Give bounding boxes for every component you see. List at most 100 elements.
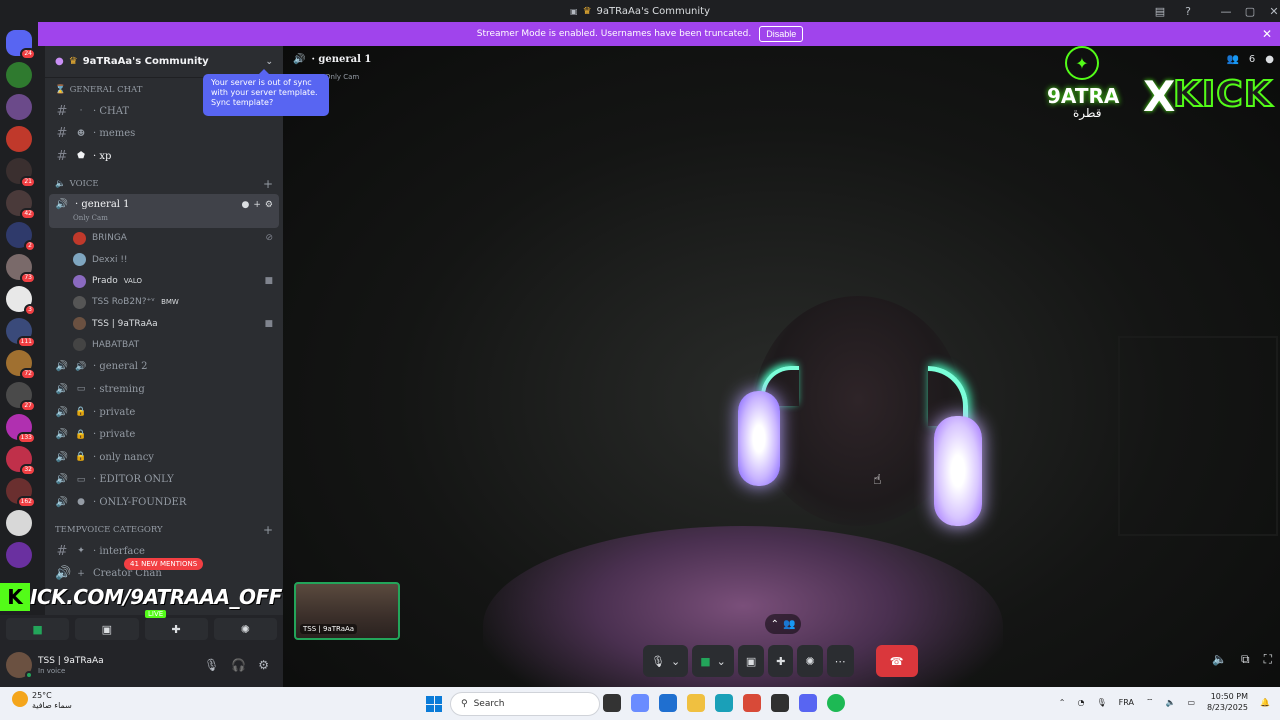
activity-button[interactable]: ✚ <box>768 645 794 677</box>
microphone-icon: 🎙 <box>651 654 665 668</box>
voice-user[interactable]: TSS | 9aTRaAa ■ <box>45 313 283 334</box>
server-5-icon[interactable]: 2 <box>6 222 36 252</box>
voice-channel-status: Only Cam <box>73 214 108 223</box>
voice-user[interactable]: Prado VALO ■ <box>45 270 283 291</box>
taskbar-search[interactable]: ⚲ Search <box>450 692 600 716</box>
voice-user[interactable]: HABATBAT <box>45 334 283 355</box>
direct-messages-icon[interactable]: 24 <box>6 30 36 60</box>
gear-icon[interactable]: ⚙ <box>265 200 273 210</box>
task-view-icon[interactable] <box>603 694 621 712</box>
chrome-icon[interactable] <box>743 694 761 712</box>
chat-icon[interactable]: ● <box>242 200 250 210</box>
file-explorer-icon[interactable] <box>687 694 705 712</box>
close-banner-icon[interactable]: ✕ <box>1262 27 1272 41</box>
windows-start-icon[interactable] <box>426 696 442 712</box>
server-8-icon[interactable]: 72 <box>6 350 36 380</box>
microphone-icon[interactable]: 🎙 <box>204 658 219 672</box>
chevron-up-icon[interactable]: ⌃ <box>1059 698 1066 707</box>
user-tag: VALO <box>123 277 143 286</box>
invite-icon[interactable]: + <box>253 200 261 210</box>
fullscreen-icon[interactable]: ⛶ <box>1264 652 1272 667</box>
voice-channel[interactable]: 🔊 ▭ · EDITOR ONLY <box>45 469 283 492</box>
popout-icon[interactable]: ⧉ <box>1241 652 1250 667</box>
speaker-icon: 🔈 <box>55 178 66 189</box>
voice-user[interactable]: Dexxi !! <box>45 249 283 270</box>
battery-icon[interactable]: ▭ <box>1187 698 1195 707</box>
headphones-icon[interactable]: 🎧 <box>231 658 246 672</box>
voice-icon: 🔊 <box>55 429 69 441</box>
notifications-icon[interactable]: 🔔 <box>1260 698 1270 707</box>
soundboard-button[interactable]: ✺ <box>213 618 277 640</box>
voice-user[interactable]: TSS RoB2N?⁺ᵛ BMW <box>45 292 283 313</box>
voice-channel-general-1[interactable]: 🔊 · general 1 ● + ⚙ Only Cam <box>49 193 279 228</box>
help-icon[interactable]: ? <box>1176 0 1200 22</box>
mic-tray-icon[interactable]: 🎙 <box>1096 698 1106 707</box>
server-3-icon[interactable]: 21 <box>6 158 36 188</box>
activity-button[interactable]: ✚ <box>144 618 208 640</box>
wifi-icon[interactable]: ⌔ <box>1146 697 1154 707</box>
avatar[interactable] <box>6 652 33 679</box>
server-11-icon[interactable]: 32 <box>6 446 36 476</box>
soundboard-button[interactable]: ✺ <box>797 645 823 677</box>
unread-badge: 72 <box>20 368 36 380</box>
more-options-button[interactable]: ⋯ <box>826 645 854 677</box>
discord-icon[interactable] <box>799 694 817 712</box>
server-4-icon[interactable]: 42 <box>6 190 36 220</box>
camera-button[interactable]: ■ <box>6 618 70 640</box>
weather-widget[interactable]: 25°C سماء صافية <box>12 691 72 711</box>
app-icon[interactable] <box>771 694 789 712</box>
store-icon[interactable] <box>659 694 677 712</box>
server-7-icon[interactable]: 111 <box>6 318 36 348</box>
server-12-icon[interactable]: 162 <box>6 478 36 508</box>
network-icon[interactable]: ◔ <box>1077 698 1084 707</box>
clock[interactable]: 10:50 PM 8/23/2025 <box>1207 691 1248 713</box>
sync-template-tooltip[interactable]: Your server is out of sync with your ser… <box>203 69 329 116</box>
camera-toggle[interactable]: ■ ⌄ <box>692 645 734 677</box>
copilot-icon[interactable] <box>631 694 649 712</box>
server-14-icon[interactable] <box>6 542 32 568</box>
server-10-icon[interactable]: 133 <box>6 414 36 444</box>
voice-channel[interactable]: 🔊 🔒 · only nancy <box>45 446 283 469</box>
server-2-icon[interactable] <box>6 94 32 120</box>
server-palestine-icon[interactable] <box>6 126 32 152</box>
voice-channel[interactable]: 🔊 🔒 · private <box>45 401 283 424</box>
category-voice[interactable]: 🔈 VOICE + <box>45 174 283 194</box>
volume-icon[interactable]: 🔈 <box>1212 652 1227 667</box>
self-video-preview[interactable]: TSS | 9aTRaAa <box>294 582 400 640</box>
text-channel[interactable]: # ☻ · memes <box>45 123 283 146</box>
kick-brand-logo: ✦ 9ATRA X KICK قطرة <box>1045 44 1277 124</box>
server-zobla-icon[interactable] <box>6 62 32 88</box>
language-indicator[interactable]: FRA <box>1119 698 1134 707</box>
channel-emoji-icon: ⬟ <box>77 151 85 162</box>
voice-channel[interactable]: 🔊 🔒 · private <box>45 423 283 446</box>
maximize-button[interactable]: ▢ <box>1238 0 1262 22</box>
server-6-icon[interactable]: 73 <box>6 254 36 284</box>
server-13-icon[interactable] <box>6 510 32 536</box>
voice-user[interactable]: BRINGA ⊘ <box>45 228 283 249</box>
voice-channel[interactable]: 🔊 ▭ · streming <box>45 378 283 401</box>
server-9-icon[interactable]: 27 <box>6 382 36 412</box>
screen-share-button[interactable]: ▣ <box>737 645 765 677</box>
chevron-down-icon[interactable]: ⌄ <box>671 655 680 668</box>
add-channel-icon[interactable]: + <box>263 523 273 537</box>
volume-icon[interactable]: 🔈 <box>1165 698 1175 707</box>
voice-channel[interactable]: 🔊 ● · ONLY-FOUNDER <box>45 491 283 514</box>
microphone-toggle[interactable]: 🎙 ⌄ <box>643 645 689 677</box>
inbox-icon[interactable]: ▤ <box>1148 0 1172 22</box>
gear-icon[interactable]: ⚙ <box>258 658 269 672</box>
chevron-down-icon[interactable]: ⌄ <box>717 655 726 668</box>
disable-streamer-mode-button[interactable]: Disable <box>759 26 804 42</box>
server-fam-icon[interactable]: 3 <box>6 286 36 316</box>
spotify-icon[interactable] <box>827 694 845 712</box>
add-channel-icon[interactable]: + <box>263 177 273 191</box>
new-mentions-pill[interactable]: 41 NEW MENTIONS <box>124 558 204 570</box>
text-channel[interactable]: # ⬟ · xp <box>45 145 283 168</box>
expand-participants-button[interactable]: ⌃ 👥 <box>765 614 801 634</box>
edge-icon[interactable] <box>715 694 733 712</box>
voice-channel[interactable]: 🔊 🔊 · general 2 <box>45 356 283 379</box>
screen-share-button[interactable]: ▣ <box>75 618 139 640</box>
close-window-button[interactable]: ✕ <box>1262 0 1280 22</box>
minimize-button[interactable]: — <box>1214 0 1238 22</box>
disconnect-button[interactable]: ☎ <box>875 645 918 677</box>
category-tempvoice[interactable]: TEMPVOICE CATEGORY + <box>45 520 283 540</box>
